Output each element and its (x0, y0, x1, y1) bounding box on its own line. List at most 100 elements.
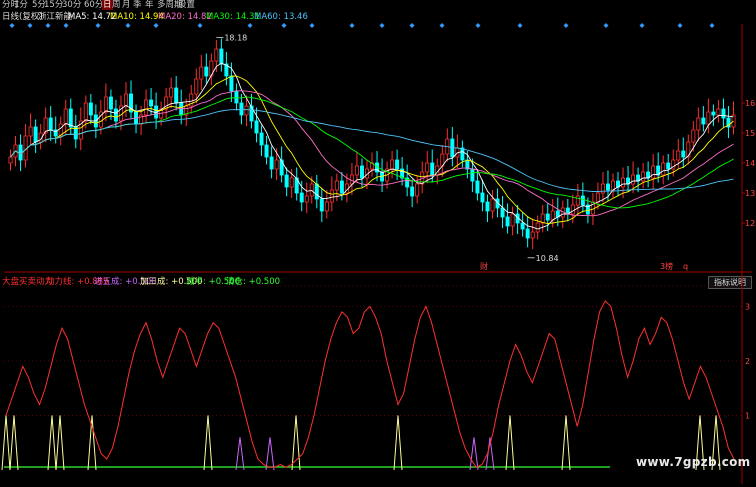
indicator-tick-label: 3 (745, 302, 750, 311)
candle-body (174, 87, 179, 104)
diamond-marker (475, 23, 481, 28)
candle-body (234, 90, 239, 104)
candle-body (319, 198, 324, 212)
candle-body (8, 156, 13, 164)
candle-body (339, 180, 344, 194)
price-tick-label: 14 (745, 159, 755, 168)
candle-body (48, 117, 53, 131)
buy-spike (1, 415, 11, 471)
candle-body (219, 48, 224, 65)
buy-spike (9, 415, 19, 471)
buy-spike (291, 415, 301, 471)
candle-body (696, 117, 701, 131)
diamond-marker (45, 23, 51, 28)
indicator-tick-label: 2 (745, 357, 750, 366)
low-label: 10.84 (536, 254, 559, 263)
candle-body (63, 108, 68, 125)
indicator-tick-label: 1 (745, 411, 750, 420)
candle-body (314, 183, 319, 200)
price-tick-label: 12 (745, 219, 755, 228)
candle-body (621, 177, 626, 188)
candle-body (661, 162, 666, 176)
candle-body (284, 174, 289, 188)
candle-body (229, 75, 234, 92)
diamond-marker (95, 23, 101, 28)
candle-body (103, 96, 108, 113)
power-line (5, 300, 735, 468)
candle-body (475, 180, 480, 194)
candle-body (68, 108, 73, 128)
candle-body (631, 174, 636, 185)
candle-body (329, 189, 334, 203)
candle-body (33, 126, 38, 143)
diamond-marker (9, 23, 15, 28)
candle-body (354, 165, 359, 176)
candle-body (214, 48, 219, 62)
candle-body (490, 198, 495, 212)
candle-body (264, 144, 269, 158)
candle-body (324, 201, 329, 212)
diamond-marker (677, 23, 683, 28)
candle-body (199, 66, 204, 80)
candle-body (269, 156, 274, 170)
diamond-marker (709, 23, 715, 28)
candle-body (28, 126, 33, 137)
candle-body (535, 222, 540, 233)
candle-body (676, 150, 681, 161)
candle-body (666, 162, 671, 170)
candle-body (334, 180, 339, 191)
diamond-marker (125, 23, 131, 28)
candle-body (149, 99, 154, 107)
candle-body (108, 96, 113, 110)
candle-body (304, 195, 309, 203)
candle-body (410, 186, 415, 197)
candle-body (580, 195, 585, 206)
diamond-marker (517, 23, 523, 28)
candle-body (691, 129, 696, 143)
candle-body (123, 93, 128, 107)
candle-body (169, 87, 174, 98)
diamond-marker (197, 23, 203, 28)
candle-body (716, 108, 721, 116)
diamond-marker (63, 23, 69, 28)
candle-body (204, 66, 209, 77)
candle-body (610, 180, 615, 191)
event-marker: 财 (480, 261, 488, 271)
event-marker: q (683, 262, 688, 271)
candle-body (259, 132, 264, 146)
candle-body (430, 162, 435, 176)
candle-body (530, 231, 535, 239)
price-tick-label: 16 (745, 99, 755, 108)
event-marker: 3榜 (660, 261, 673, 271)
candle-body (706, 111, 711, 125)
add-spike (469, 437, 479, 471)
candle-body (274, 159, 279, 170)
buy-spike (561, 415, 571, 471)
buy-spike (203, 415, 213, 471)
candle-body (545, 213, 550, 221)
candle-body (520, 222, 525, 230)
diamond-marker (409, 23, 415, 28)
candle-body (570, 204, 575, 215)
candle-body (510, 213, 515, 227)
candle-body (299, 192, 304, 203)
candle-body (425, 162, 430, 173)
candle-body (88, 102, 93, 116)
candle-body (595, 192, 600, 203)
candle-body (309, 183, 314, 197)
buy-spike (505, 415, 515, 471)
candle-body (485, 201, 490, 212)
candle-body (651, 165, 656, 179)
candle-body (254, 120, 259, 134)
diamond-marker (639, 23, 645, 28)
buy-spike (87, 415, 97, 471)
candle-body (701, 117, 706, 125)
diamond-marker (379, 23, 385, 28)
candle-body (194, 78, 199, 95)
buy-spike (393, 415, 403, 471)
diamond-marker (563, 23, 569, 28)
candle-body (681, 150, 686, 158)
candle-body (465, 159, 470, 170)
candle-body (500, 207, 505, 218)
ma60-line (10, 109, 734, 192)
